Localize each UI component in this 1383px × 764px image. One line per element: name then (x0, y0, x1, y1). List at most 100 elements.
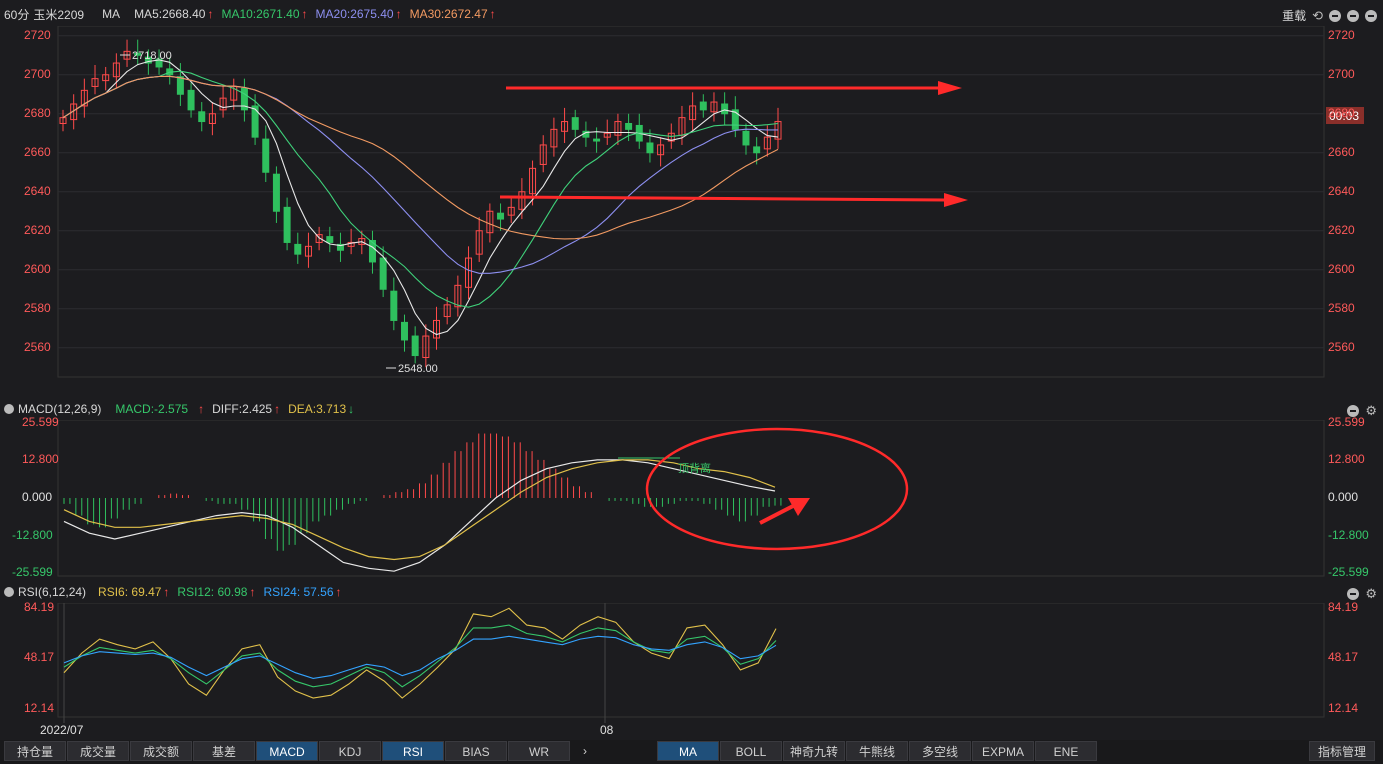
settings-icon[interactable] (1365, 9, 1377, 22)
tab-macd[interactable]: MACD (256, 741, 318, 761)
support-arrow (499, 193, 968, 207)
rsi-y-tick-left: 48.17 (24, 650, 55, 665)
macd-y-tick-right: 0.000 (1328, 490, 1359, 504)
tab-多空线[interactable]: 多空线 (909, 741, 971, 761)
up-arrow-icon: ↑ (207, 7, 214, 21)
tab-bias[interactable]: BIAS (445, 741, 507, 761)
ma20-line (62, 75, 778, 274)
macd-y-tick-left: 12.800 (22, 452, 59, 467)
tab-expma[interactable]: EXPMA (972, 741, 1034, 761)
tab-wr[interactable]: WR (508, 741, 570, 761)
candle-body (699, 101, 707, 111)
macd-y-tick-left: 25.599 (22, 415, 59, 429)
candle-body (187, 89, 195, 111)
indicator-manage-button[interactable]: 指标管理 (1309, 741, 1375, 761)
gear-icon[interactable]: ⚙ (1365, 403, 1377, 419)
diff-value: DIFF:2.425 (212, 402, 273, 416)
x-label-mid: 08 (600, 723, 614, 737)
up-arrow-icon: ↑ (274, 402, 281, 416)
resistance-arrow (506, 81, 962, 95)
y-tick-right: 2600 (1328, 261, 1355, 276)
y-tick-left: 2660 (24, 144, 51, 159)
tab-神奇九转[interactable]: 神奇九转 (783, 741, 845, 761)
ma5-value: MA5:2668.40 (134, 7, 206, 21)
candle-body (176, 76, 184, 95)
y-tick-right: 2640 (1328, 183, 1355, 198)
candle-body (400, 321, 408, 341)
tab-rsi[interactable]: RSI (382, 741, 444, 761)
ma30-line (62, 75, 779, 240)
y-tick-right: 2660 (1328, 144, 1355, 159)
rsi6-value: RSI6: 69.47 (98, 585, 162, 599)
dea-line (63, 459, 776, 561)
macd-y-tick-right: -25.599 (1328, 565, 1369, 579)
candle-body (497, 212, 505, 220)
ma10-line (62, 70, 779, 308)
x-label-start: 2022/07 (40, 723, 84, 737)
tab-boll[interactable]: BOLL (720, 741, 782, 761)
up-arrow-icon: ↑ (489, 7, 496, 21)
indicator-label[interactable]: MA (102, 7, 120, 21)
indicator-tab-bar: 持仓量 成交量 成交额 基差 MACD KDJ RSI BIAS WR › MA BOLL 神奇九转… (0, 740, 1383, 764)
candle-body (262, 138, 270, 173)
y-tick-left: 2700 (24, 66, 51, 81)
y-tick-right: 2680 (1328, 105, 1355, 120)
rsi24-value: RSI24: 57.56 (263, 585, 334, 599)
macd-y-tick-right: 12.800 (1328, 452, 1365, 467)
rsi12-value: RSI12: 60.98 (177, 585, 248, 599)
y-tick-left: 2680 (24, 105, 51, 120)
main-chart[interactable]: 2718.00 2548.00 00:03 (0, 26, 1383, 400)
tab-成交量[interactable]: 成交量 (67, 741, 129, 761)
ma30-value: MA30:2672.47 (409, 7, 488, 21)
candle-body (625, 123, 633, 130)
up-arrow-icon: ↑ (335, 585, 342, 599)
svg-text:2548.00: 2548.00 (398, 363, 438, 375)
rsi-chart[interactable]: 2022/07 08 (0, 603, 1383, 740)
rsi-y-tick-right: 84.19 (1328, 600, 1359, 614)
candle-body (294, 243, 302, 255)
svg-text:顶背离: 顶背离 (678, 461, 711, 475)
macd-y-tick-right: -12.800 (1328, 527, 1369, 542)
candle-body (326, 236, 334, 243)
collapse-icon[interactable] (4, 404, 14, 414)
ma10-value: MA10:2671.40 (221, 7, 300, 21)
svg-text:2718.00: 2718.00 (132, 50, 172, 62)
zoom-in-icon[interactable] (1329, 9, 1341, 22)
reload-button[interactable]: 重载 (1282, 7, 1306, 24)
candle-body (379, 257, 387, 290)
candle-body (571, 117, 579, 130)
tab-kdj[interactable]: KDJ (319, 741, 381, 761)
rsi24-line (63, 635, 777, 679)
zoom-out-icon[interactable] (1347, 9, 1359, 22)
candle-body (272, 173, 280, 212)
symbol-label[interactable]: 玉米2209 (33, 6, 84, 23)
period-label[interactable]: 60分 (4, 6, 29, 23)
macd-title[interactable]: MACD(12,26,9) (18, 402, 101, 416)
up-arrow-icon: ↑ (395, 7, 402, 21)
tab-ene[interactable]: ENE (1035, 741, 1097, 761)
rsi-plot-frame (57, 603, 1325, 718)
tab-scroll-right[interactable]: › (572, 741, 598, 761)
macd-value: MACD:-2.575 (115, 402, 189, 416)
y-tick-right: 2580 (1328, 300, 1355, 315)
macd-chart[interactable]: 顶背离 (0, 420, 1383, 580)
y-tick-left: 2620 (24, 222, 51, 237)
tab-牛熊线[interactable]: 牛熊线 (846, 741, 908, 761)
tab-持仓量[interactable]: 持仓量 (4, 741, 66, 761)
gear-icon[interactable]: ⚙ (1365, 586, 1377, 602)
y-tick-right: 2720 (1328, 27, 1355, 42)
close-icon[interactable] (1347, 588, 1360, 600)
rsi-title[interactable]: RSI(6,12,24) (18, 585, 86, 599)
undo-icon[interactable]: ⟲ (1312, 8, 1323, 24)
macd-y-tick-left: -25.599 (12, 565, 53, 579)
rsi12-line (63, 624, 777, 688)
collapse-icon[interactable] (4, 587, 14, 597)
tab-成交额[interactable]: 成交额 (130, 741, 192, 761)
rsi-y-tick-left: 12.14 (24, 701, 55, 715)
tab-ma[interactable]: MA (657, 741, 719, 761)
main-header: 60分 玉米2209 MA MA5:2668.40 ↑ MA10:2671.40 ↑… (4, 3, 504, 25)
rsi-header: RSI(6,12,24) RSI6: 69.47 ↑ RSI12: 60.98 ↑ … (4, 581, 350, 603)
y-tick-left: 2640 (24, 183, 51, 198)
y-tick-left: 2600 (24, 261, 51, 276)
tab-基差[interactable]: 基差 (193, 741, 255, 761)
